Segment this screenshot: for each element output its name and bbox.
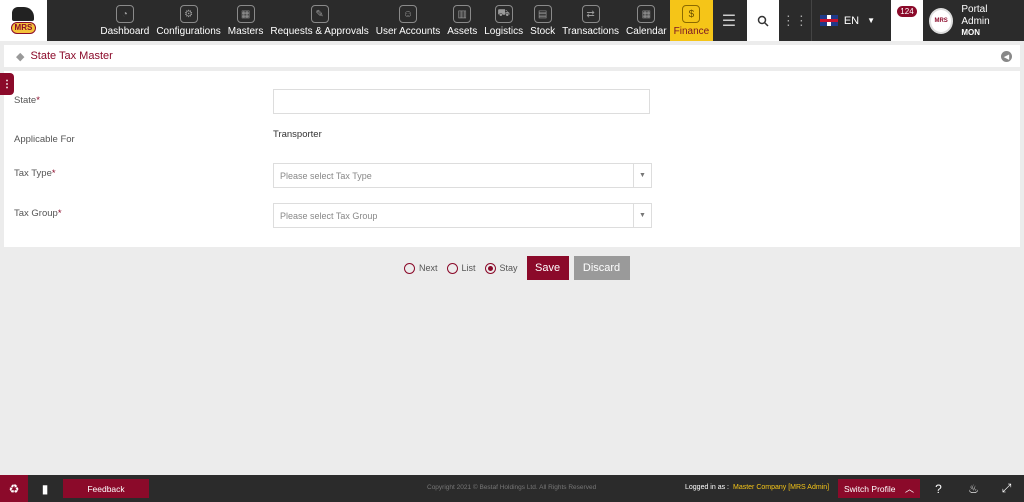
nav-label: Assets — [447, 26, 478, 37]
fire-icon[interactable]: ♨ — [960, 475, 987, 502]
tax-group-label: Tax Group* — [14, 208, 62, 219]
nav-dashboard[interactable]: ◔ Dashboard — [97, 0, 153, 41]
form-panel: ⋮ State* Applicable For Transporter Tax … — [0, 71, 1020, 247]
discard-button[interactable]: Discard — [573, 256, 630, 280]
radio-label: List — [461, 263, 476, 273]
page-header: ◆ State Tax Master ◀ — [4, 45, 1020, 67]
radio-circle — [446, 262, 458, 274]
company-name: Master Company [MRS Admin] — [732, 484, 830, 491]
tax-group-select[interactable]: Please select Tax Group ▼ — [273, 203, 652, 228]
user-accounts-icon: ☺ — [398, 5, 417, 23]
apps-grid-icon[interactable]: ⋮⋮ — [779, 0, 811, 41]
logo-badge: MRS — [10, 22, 37, 34]
tax-type-label: Tax Type* — [14, 168, 56, 179]
assets-icon: ▥ — [453, 5, 472, 23]
nav-configurations[interactable]: ⚙ Configurations — [153, 0, 224, 41]
state-label: State* — [14, 95, 40, 106]
nav-label: Stock — [530, 26, 556, 37]
nav-label: Requests & Approvals — [270, 26, 369, 37]
nav-label: Finance — [673, 26, 710, 37]
nav-label: User Accounts — [375, 26, 441, 37]
nav-finance[interactable]: $ Finance — [670, 0, 713, 41]
user-name: Portal Admin — [961, 3, 990, 27]
footer-bar: ♻ ▮ Feedback Copyright 2021 © Bestaf Hol… — [0, 475, 1024, 502]
nav-transactions[interactable]: ⇄ Transactions — [559, 0, 623, 41]
fullscreen-icon[interactable]: ⤢ — [993, 475, 1020, 502]
nav-label: Logistics — [484, 26, 524, 37]
tag-icon: ◆ — [16, 50, 25, 63]
notifications-button[interactable]: 124 — [891, 0, 923, 41]
nav-masters[interactable]: ▦ Masters — [224, 0, 267, 41]
tax-type-placeholder: Please select Tax Type — [280, 170, 372, 181]
feedback-button[interactable]: Feedback — [63, 479, 149, 498]
page-title: State Tax Master — [30, 50, 113, 62]
user-role: MON — [961, 27, 981, 37]
finance-icon: $ — [682, 5, 701, 23]
nav-label: Transactions — [562, 26, 620, 37]
nav-label: Dashboard — [100, 26, 150, 37]
radio-stay[interactable]: Stay — [484, 262, 518, 274]
dashboard-icon: ◔ — [115, 5, 134, 23]
transactions-icon: ⇄ — [581, 5, 600, 23]
chevron-down-icon: ▼ — [633, 204, 651, 227]
chevron-down-icon: ▼ — [867, 16, 876, 25]
chevron-down-icon: ▼ — [633, 164, 651, 187]
language-selector[interactable]: EN ▼ — [810, 0, 883, 41]
search-button[interactable] — [747, 0, 779, 41]
masters-icon: ▦ — [236, 5, 255, 23]
state-input[interactable] — [273, 89, 650, 114]
horse-icon — [12, 7, 35, 21]
nav-logistics[interactable]: ⛟ Logistics — [481, 0, 527, 41]
nav-calendar[interactable]: ▦ Calendar — [623, 0, 671, 41]
nav-stock[interactable]: ▤ Stock — [527, 0, 559, 41]
stock-icon: ▤ — [533, 5, 552, 23]
nav-label: Configurations — [156, 26, 221, 37]
nav-requests-approvals[interactable]: ✎ Requests & Approvals — [267, 0, 372, 41]
recycle-icon[interactable]: ♻ — [0, 475, 28, 502]
switch-profile-button[interactable]: Switch Profile ︿ — [838, 479, 920, 498]
bookmark-icon[interactable]: ▮ — [31, 475, 59, 502]
calendar-icon: ▦ — [637, 5, 656, 23]
applicable-for-label: Applicable For — [14, 134, 75, 145]
radio-circle — [404, 262, 415, 274]
hamburger-menu-icon[interactable]: ☰ — [717, 0, 741, 41]
search-icon — [757, 15, 769, 27]
top-navbar: MRS ◔ Dashboard ⚙ Configurations ▦ Masters … — [0, 0, 1024, 41]
nav-label: Masters — [227, 26, 264, 37]
side-menu-toggle[interactable]: ⋮ — [0, 73, 14, 95]
applicable-for-value: Transporter — [273, 129, 322, 140]
nav-user-accounts[interactable]: ☺ User Accounts — [372, 0, 443, 41]
copyright-text: Copyright 2021 © Bestaf Holdings Ltd. Al… — [427, 484, 597, 491]
save-button[interactable]: Save — [526, 256, 569, 280]
help-icon[interactable]: ? — [925, 475, 952, 502]
nav-label: Calendar — [626, 26, 667, 37]
uk-flag-icon — [819, 15, 838, 26]
avatar: MRS — [928, 7, 954, 34]
requests-icon: ✎ — [310, 5, 329, 23]
mrs-logo[interactable]: MRS — [0, 0, 47, 41]
user-profile[interactable]: MRS Portal Admin MON — [923, 0, 1024, 41]
tax-group-placeholder: Please select Tax Group — [280, 210, 378, 221]
back-arrow-icon[interactable]: ◀ — [1001, 51, 1012, 62]
radio-next[interactable]: Next — [404, 262, 438, 274]
gears-icon: ⚙ — [179, 5, 198, 23]
chevron-up-icon: ︿ — [904, 484, 914, 494]
main-nav: ◔ Dashboard ⚙ Configurations ▦ Masters ✎ Req… — [97, 0, 713, 41]
form-actions: Next List Stay Save Discard — [404, 256, 630, 280]
tax-type-select[interactable]: Please select Tax Type ▼ — [273, 163, 652, 188]
radio-label: Next — [419, 263, 438, 273]
nav-assets[interactable]: ▥ Assets — [444, 0, 481, 41]
logistics-icon: ⛟ — [494, 5, 513, 23]
radio-label: Stay — [499, 263, 518, 273]
notification-count: 124 — [897, 6, 917, 17]
logged-in-info: Logged in as : Master Company [MRS Admin] — [685, 484, 830, 491]
language-code: EN — [843, 14, 860, 27]
radio-circle-selected — [484, 262, 496, 274]
radio-list[interactable]: List — [446, 262, 476, 274]
